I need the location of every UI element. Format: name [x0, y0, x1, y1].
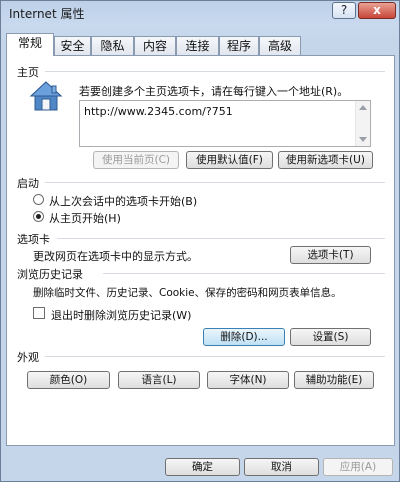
delete-on-exit-label: 退出时删除浏览历史记录(W) — [51, 309, 192, 322]
tabs-heading: 选项卡 — [17, 233, 50, 246]
delete-on-exit-checkbox[interactable] — [33, 307, 45, 319]
home-page-description: 若要创建多个主页选项卡，请在每行键入一个地址(R)。 — [79, 85, 349, 98]
tab-security[interactable]: 安全 — [54, 36, 91, 55]
tab-programs[interactable]: 程序 — [219, 36, 259, 55]
history-heading: 浏览历史记录 — [17, 268, 83, 281]
home-page-url-input[interactable]: http://www.2345.com/?751 — [79, 100, 371, 147]
use-current-button[interactable]: 使用当前页(C) — [93, 151, 179, 169]
tabs-settings-button[interactable]: 选项卡(T) — [290, 246, 371, 264]
startup-last-session-radio[interactable] — [33, 194, 44, 205]
tab-general[interactable]: 常规 — [6, 33, 54, 56]
startup-home-label: 从主页开始(H) — [49, 212, 121, 225]
history-settings-button[interactable]: 设置(S) — [290, 328, 371, 346]
home-icon — [29, 81, 63, 111]
tab-connections[interactable]: 连接 — [176, 36, 219, 55]
home-divider — [45, 71, 385, 72]
startup-heading: 启动 — [17, 177, 39, 190]
accessibility-button[interactable]: 辅助功能(E) — [294, 371, 374, 389]
apply-button[interactable]: 应用(A) — [323, 458, 393, 476]
tab-privacy[interactable]: 隐私 — [91, 36, 134, 55]
languages-button[interactable]: 语言(L) — [118, 371, 200, 389]
tabs-description: 更改网页在选项卡中的显示方式。 — [33, 250, 198, 263]
tab-advanced[interactable]: 高级 — [259, 36, 301, 55]
fonts-button[interactable]: 字体(N) — [207, 371, 289, 389]
scroll-up-icon[interactable] — [359, 105, 367, 110]
tab-content[interactable]: 内容 — [134, 36, 176, 55]
appearance-heading: 外观 — [17, 351, 39, 364]
tabs-divider — [57, 238, 385, 239]
dialog-footer: 确定 取消 应用(A) — [1, 449, 399, 481]
internet-properties-window: Internet 属性 ? x 常规 安全 隐私 内容 连接 程序 高级 主页 … — [0, 0, 400, 482]
home-page-scrollbar[interactable] — [355, 101, 370, 146]
general-tab-panel: 主页 若要创建多个主页选项卡，请在每行键入一个地址(R)。 http://www… — [6, 55, 395, 446]
ok-button[interactable]: 确定 — [165, 458, 240, 476]
colors-button[interactable]: 颜色(O) — [27, 371, 110, 389]
help-button[interactable]: ? — [332, 2, 356, 19]
appearance-divider — [45, 356, 385, 357]
use-new-tab-button[interactable]: 使用新选项卡(U) — [278, 151, 373, 169]
home-page-heading: 主页 — [17, 66, 39, 79]
home-page-url-value: http://www.2345.com/?751 — [84, 105, 233, 118]
window-title: Internet 属性 — [9, 7, 85, 21]
cancel-button[interactable]: 取消 — [244, 458, 319, 476]
history-description: 删除临时文件、历史记录、Cookie、保存的密码和网页表单信息。 — [33, 287, 342, 299]
history-divider — [103, 273, 385, 274]
scroll-down-icon[interactable] — [359, 137, 367, 142]
use-default-button[interactable]: 使用默认值(F) — [186, 151, 273, 169]
startup-home-radio[interactable] — [33, 211, 44, 222]
tab-strip: 常规 安全 隐私 内容 连接 程序 高级 — [6, 33, 396, 56]
close-button[interactable]: x — [358, 2, 396, 19]
startup-last-session-label: 从上次会话中的选项卡开始(B) — [49, 195, 198, 208]
startup-divider — [45, 182, 385, 183]
delete-history-button[interactable]: 删除(D)... — [203, 328, 285, 346]
title-bar[interactable]: Internet 属性 ? x — [1, 1, 399, 27]
